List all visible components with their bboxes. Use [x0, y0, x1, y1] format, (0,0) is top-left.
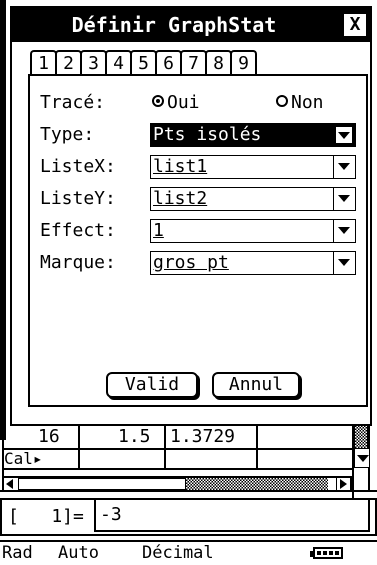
- trace-label: Tracé:: [40, 92, 106, 113]
- effect-select[interactable]: 1: [150, 219, 356, 243]
- marque-select[interactable]: gros pt: [150, 251, 356, 275]
- entry-cell-ref: [ 1]=: [8, 506, 84, 527]
- tab-2[interactable]: 2: [55, 50, 82, 76]
- type-value: Pts isolés: [153, 124, 262, 145]
- listex-select[interactable]: list1: [150, 155, 356, 179]
- trace-off-label: Non: [291, 92, 324, 113]
- calc-row-label[interactable]: Cal▸: [4, 448, 43, 470]
- trace-off-radio[interactable]: Non: [276, 90, 324, 116]
- close-button[interactable]: X: [344, 14, 366, 36]
- graphstat-dialog: Définir GraphStat X 1 2 3 4 5 6 7 8 9 Tr…: [10, 6, 372, 426]
- marque-value: gros pt: [153, 252, 229, 273]
- scroll-thumb[interactable]: [18, 478, 186, 490]
- dialog-title: Définir GraphStat: [71, 13, 277, 37]
- marque-label: Marque:: [40, 252, 116, 273]
- listey-value: list2: [153, 188, 208, 209]
- cell-value[interactable]: 1.5: [118, 426, 151, 448]
- ok-button[interactable]: Valid: [106, 372, 198, 398]
- calc-mode[interactable]: Auto: [58, 542, 99, 565]
- tab-9[interactable]: 9: [230, 50, 257, 76]
- entry-input[interactable]: -3: [94, 498, 370, 532]
- chevron-down-icon[interactable]: [335, 126, 353, 144]
- cell-value[interactable]: 1.3729: [170, 426, 235, 448]
- listex-label: ListeX:: [40, 156, 116, 177]
- tab-6[interactable]: 6: [155, 50, 182, 76]
- cancel-button[interactable]: Annul: [212, 372, 300, 398]
- type-select[interactable]: Pts isolés: [150, 123, 356, 147]
- chevron-down-icon[interactable]: [333, 188, 355, 210]
- chevron-down-icon[interactable]: [333, 220, 355, 242]
- number-format[interactable]: Décimal: [142, 542, 214, 565]
- tab-8[interactable]: 8: [205, 50, 232, 76]
- trace-on-radio[interactable]: Oui: [152, 90, 200, 116]
- effect-value: 1: [153, 220, 164, 241]
- trace-on-label: Oui: [167, 92, 200, 113]
- row-index: 16: [38, 426, 60, 447]
- scroll-right-arrow-icon[interactable]: [336, 478, 350, 490]
- scroll-track[interactable]: [186, 478, 328, 490]
- effect-label: Effect:: [40, 220, 116, 241]
- radio-selected-icon: [152, 95, 164, 107]
- scroll-down-arrow-icon[interactable]: [354, 448, 370, 468]
- type-label: Type:: [40, 124, 95, 145]
- tab-7[interactable]: 7: [180, 50, 207, 76]
- graph-tabs: 1 2 3 4 5 6 7 8 9: [30, 50, 257, 78]
- angle-mode[interactable]: Rad: [2, 542, 33, 565]
- horizontal-scrollbar[interactable]: [2, 476, 352, 492]
- radio-empty-icon: [276, 95, 288, 107]
- listey-label: ListeY:: [40, 188, 116, 209]
- status-bar: Rad Auto Décimal: [0, 540, 377, 563]
- dialog-title-bar: Définir GraphStat X: [12, 8, 370, 42]
- chevron-down-icon[interactable]: [333, 156, 355, 178]
- settings-panel: Tracé: Oui Non Type: Pts isolés ListeX: …: [28, 74, 368, 407]
- listex-value: list1: [153, 156, 208, 177]
- chevron-down-icon[interactable]: [333, 252, 355, 274]
- tab-3[interactable]: 3: [80, 50, 107, 76]
- tab-4[interactable]: 4: [105, 50, 132, 76]
- tab-5[interactable]: 5: [130, 50, 157, 76]
- battery-icon: [310, 547, 343, 559]
- listey-select[interactable]: list2: [150, 187, 356, 211]
- scroll-left-arrow-icon[interactable]: [4, 478, 16, 490]
